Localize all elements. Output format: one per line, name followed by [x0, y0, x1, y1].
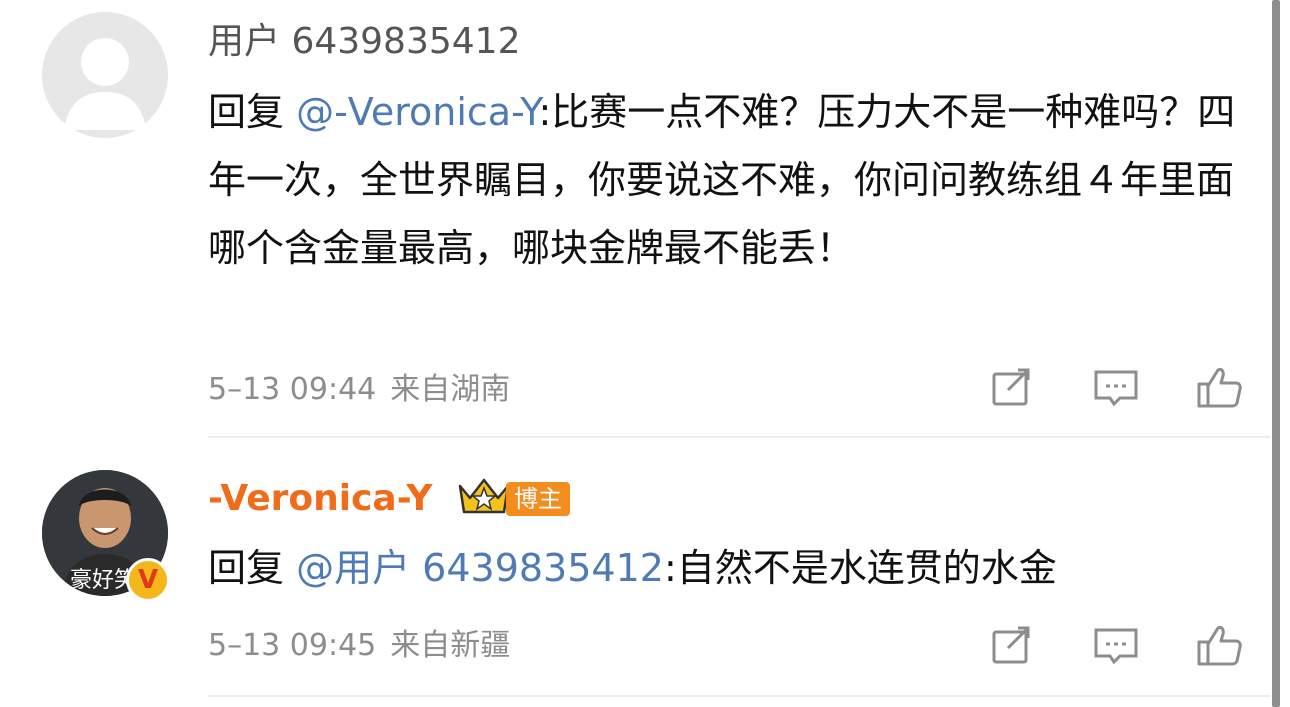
comment-location: 来自湖南 — [390, 372, 511, 407]
scrollbar[interactable] — [1272, 0, 1280, 707]
like-button[interactable] — [1196, 364, 1244, 412]
comment-button[interactable] — [1092, 622, 1140, 670]
comment-username[interactable]: 用户 6439835412 — [208, 20, 521, 64]
comment-button[interactable] — [1092, 364, 1140, 412]
verified-mark: V — [137, 565, 159, 595]
comment-content: :自然不是水连贯的水金 — [663, 546, 1057, 590]
like-icon — [1197, 626, 1242, 666]
crown-icon — [456, 474, 512, 518]
like-icon — [1197, 368, 1242, 408]
comment-meta: 5–13 09:44 来自湖南 — [208, 370, 510, 410]
mention-link[interactable]: @用户 6439835412 — [296, 546, 664, 590]
comment-text: 回复 @-Veronica-Y:比赛一点不难？压力大不是一种难吗？四年一次，全世… — [208, 78, 1243, 282]
comment-username[interactable]: -Veronica-Y — [208, 477, 432, 521]
divider — [208, 695, 1270, 697]
reply-prefix: 回复 — [208, 546, 297, 590]
repost-icon — [992, 626, 1030, 664]
repost-icon — [992, 368, 1030, 406]
divider — [208, 436, 1270, 438]
author-badge: 博主 — [506, 482, 570, 516]
comment-meta: 5–13 09:45 来自新疆 — [208, 626, 510, 666]
verified-icon: V — [126, 558, 170, 602]
comment-icon — [1094, 628, 1138, 665]
comment-icon — [1094, 370, 1138, 407]
comment-text: 回复 @用户 6439835412:自然不是水连贯的水金 — [208, 534, 1243, 602]
comment-time: 5–13 09:45 — [208, 628, 377, 663]
comment-location: 来自新疆 — [390, 628, 511, 663]
repost-button[interactable] — [988, 622, 1036, 670]
reply-prefix: 回复 — [208, 90, 297, 134]
repost-button[interactable] — [988, 364, 1036, 412]
mention-link[interactable]: @-Veronica-Y — [296, 90, 538, 134]
comment-time: 5–13 09:44 — [208, 372, 377, 407]
comment-item: 豪好笑 V -Veronica-Y 博主 回复 @用户 6439835412:自… — [0, 440, 1270, 707]
avatar[interactable] — [42, 12, 168, 138]
comment-item: 用户 6439835412 回复 @-Veronica-Y:比赛一点不难？压力大… — [0, 0, 1270, 440]
like-button[interactable] — [1196, 622, 1244, 670]
default-avatar-icon — [64, 38, 146, 130]
